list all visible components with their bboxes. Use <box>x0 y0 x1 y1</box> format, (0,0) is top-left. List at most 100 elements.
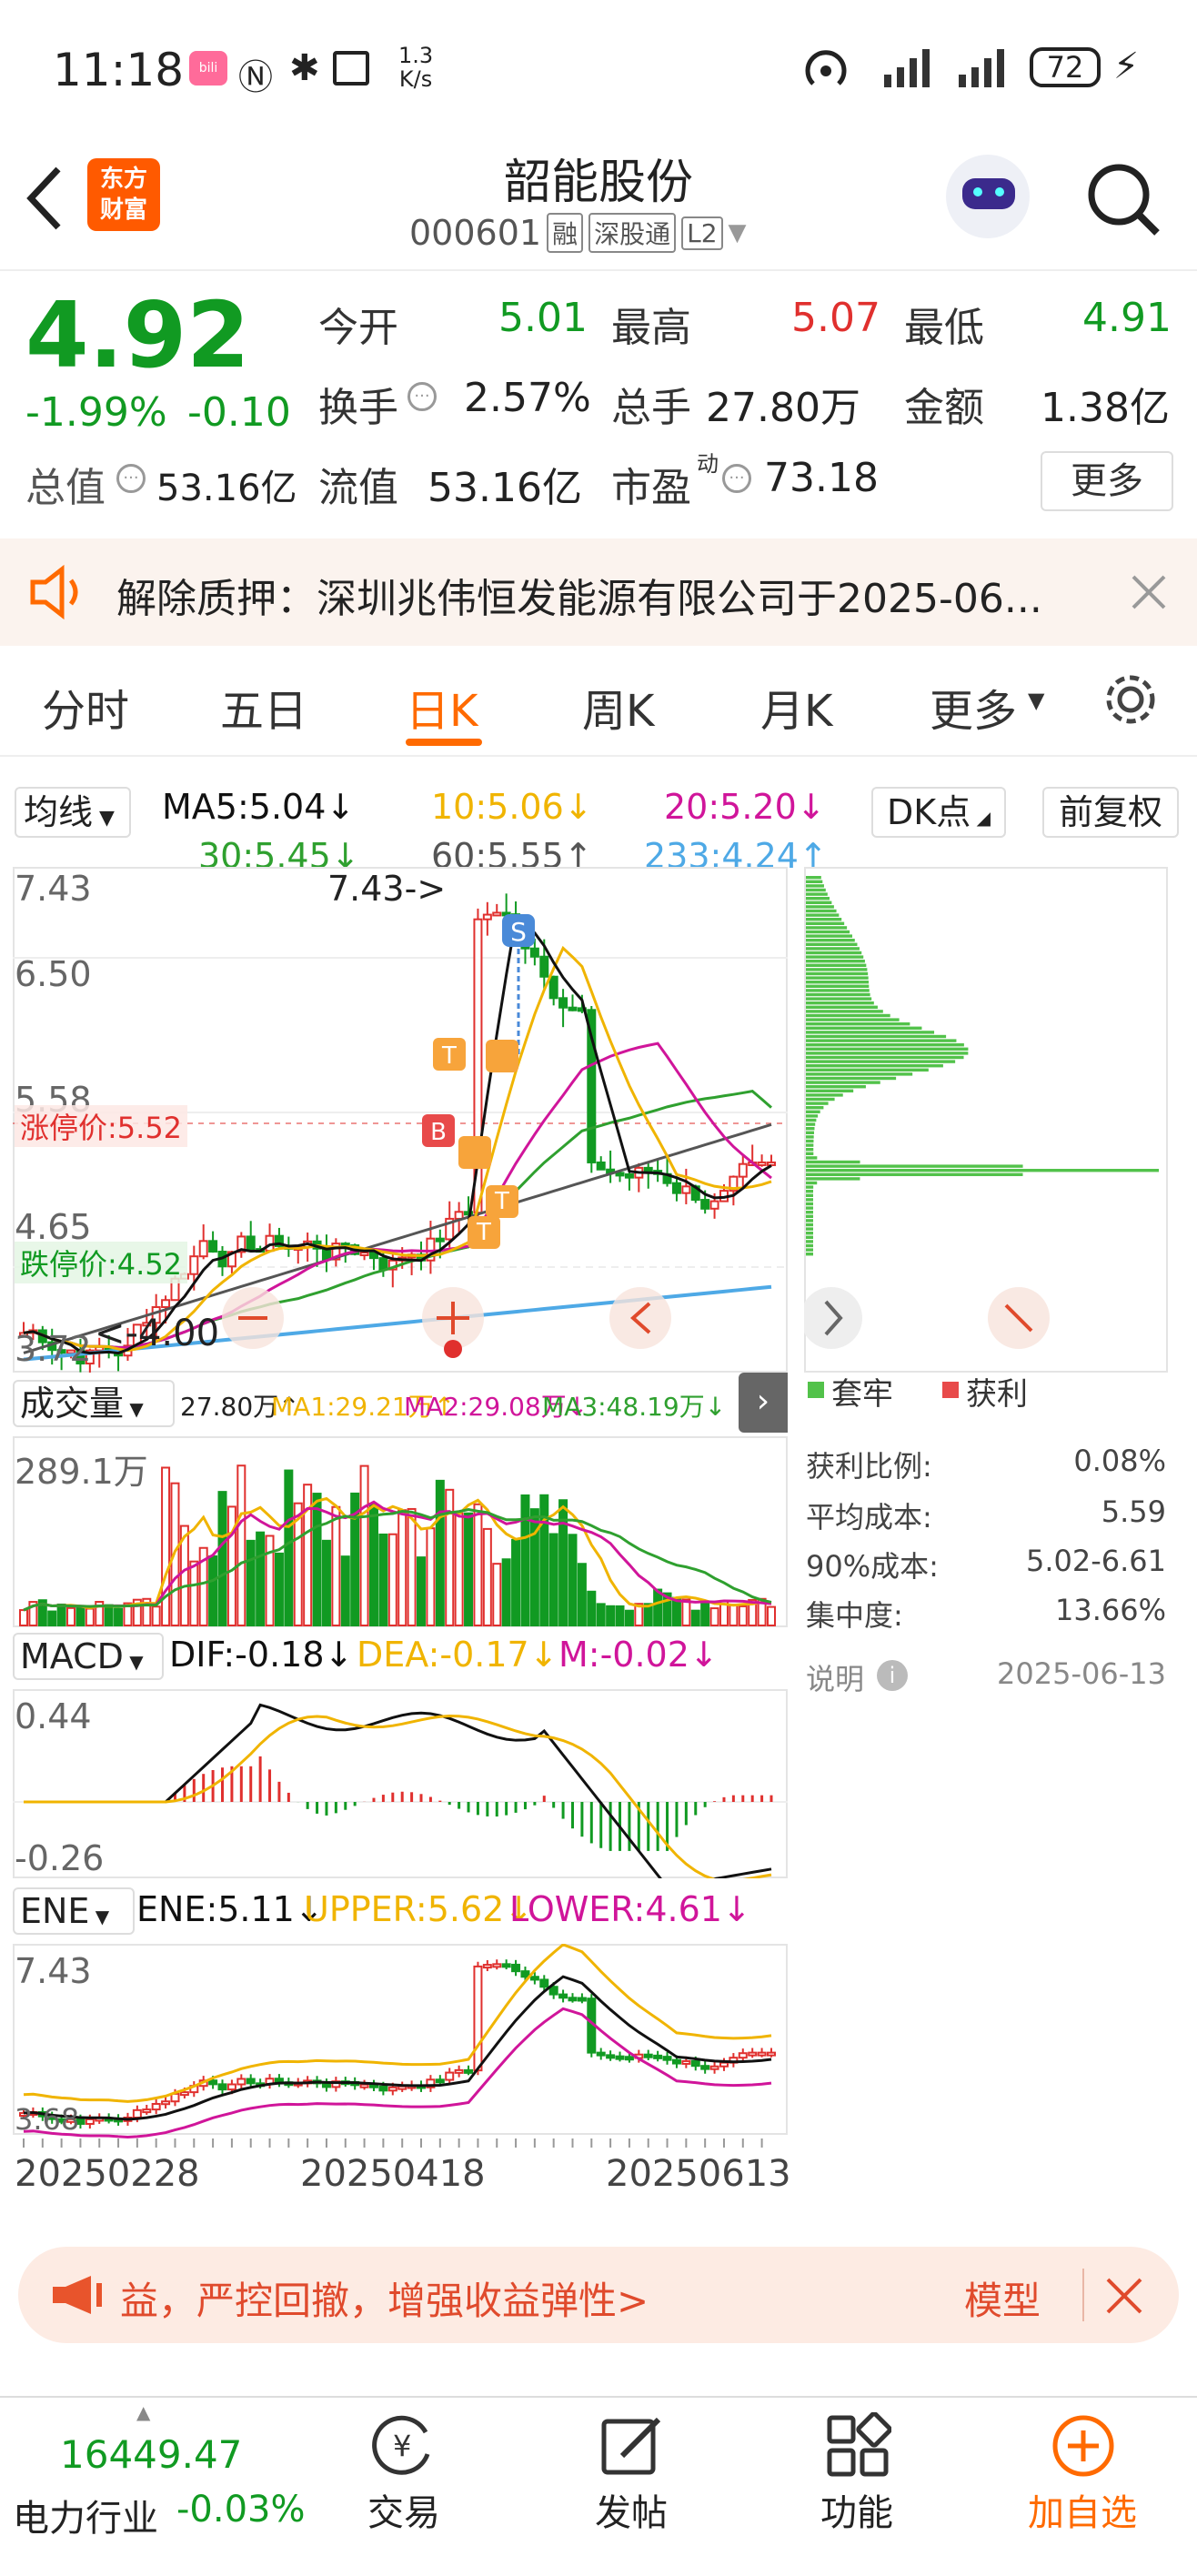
index-name[interactable]: 电力行业 <box>13 2489 158 2541</box>
volume-selector[interactable]: 成交量 ▼ <box>13 1380 175 1427</box>
dk-point-button[interactable]: DK点 ◢ <box>871 787 1006 838</box>
chip-bar <box>806 1081 880 1084</box>
chip-bar <box>806 1034 947 1039</box>
volume-bar <box>767 1605 776 1626</box>
chip-bar <box>806 1235 814 1239</box>
chip-bar <box>806 989 870 992</box>
robot-assistant-icon[interactable] <box>946 155 1030 238</box>
chip-bar <box>806 1001 874 1005</box>
candle-body <box>738 1162 748 1178</box>
info-icon[interactable]: i <box>877 1660 908 1691</box>
ma-selector[interactable]: 均线 ▼ <box>15 787 131 838</box>
chip-note-link[interactable]: 说明 <box>806 1656 864 1698</box>
tab-weekly-k[interactable]: 周K <box>582 675 654 739</box>
market-cap-label: 总值 <box>25 465 106 511</box>
market-cap-value: 53.16亿 <box>156 468 297 509</box>
chevron-down-icon: ▼ <box>1028 688 1045 713</box>
volume-bar <box>19 1609 28 1627</box>
chip-bar <box>806 897 830 901</box>
chip-bar <box>806 1047 969 1051</box>
candle-body <box>558 997 568 1009</box>
close-icon[interactable] <box>1130 573 1168 611</box>
ene-candle-body <box>653 2054 663 2059</box>
hotspot-icon <box>805 50 847 86</box>
chip-bar <box>806 992 870 997</box>
settings-gear-icon[interactable] <box>1101 669 1161 730</box>
tab-minute[interactable]: 分时 <box>42 675 129 739</box>
chip-bar <box>806 1043 964 1047</box>
adjust-button[interactable]: 前复权 <box>1042 787 1179 838</box>
tab-active-indicator <box>406 739 482 746</box>
signal-icon <box>884 49 930 87</box>
chip-distribution-chart[interactable] <box>804 867 1168 1373</box>
ene-candle-body <box>671 2058 681 2065</box>
chip-label-avg-cost: 平均成本: <box>806 1500 932 1535</box>
close-icon[interactable] <box>1104 2276 1144 2316</box>
more-button[interactable]: 更多 <box>1041 451 1173 511</box>
ene-candle-body <box>558 1993 568 1999</box>
candle-body <box>596 1161 606 1171</box>
sell-marker[interactable]: S <box>502 916 535 949</box>
ene-top-label: 7.43 <box>15 1951 92 1991</box>
volume-bar <box>454 1512 464 1626</box>
chip-bar <box>806 1143 814 1147</box>
candle-body <box>208 1240 218 1253</box>
expand-panel-button[interactable]: › <box>739 1373 788 1433</box>
chip-bar <box>806 1164 1023 1168</box>
tab-more[interactable]: 更多 <box>930 675 1017 739</box>
ene-candle-body <box>435 2078 445 2084</box>
info-icon[interactable]: ··· <box>116 464 146 493</box>
ene-candle-body <box>387 2086 397 2092</box>
ene-candle-body <box>142 2108 152 2114</box>
search-icon[interactable] <box>1084 160 1164 240</box>
chip-bar <box>806 921 845 925</box>
chip-bar <box>806 905 834 909</box>
macd-chart[interactable] <box>13 1689 788 1878</box>
volume-bar <box>208 1555 218 1626</box>
chip-bar <box>806 1060 956 1063</box>
ene-candle-body <box>132 2108 142 2118</box>
ene-selector[interactable]: ENE ▼ <box>13 1887 135 1935</box>
promo-banner[interactable]: 益，严控回撤，增强收益弹性> 模型 <box>18 2247 1179 2343</box>
t-marker[interactable]: T <box>468 1216 500 1249</box>
chip-bar <box>806 1031 935 1034</box>
volume-bar <box>700 1600 710 1627</box>
volume-bar <box>539 1494 549 1626</box>
chip-bar <box>806 1122 816 1126</box>
t-marker[interactable]: T <box>486 1185 518 1218</box>
macd-selector[interactable]: MACD ▼ <box>13 1633 164 1680</box>
volume-bar <box>681 1598 691 1626</box>
candle-body <box>767 1161 776 1166</box>
candle-body <box>246 1235 256 1251</box>
high-value: 5.07 <box>791 295 880 341</box>
chip-bar <box>806 1169 1160 1172</box>
tab-five-day[interactable]: 五日 <box>220 675 307 739</box>
t-marker[interactable]: T <box>433 1040 466 1072</box>
ene-candle-body <box>606 2054 616 2059</box>
ene-candle-body <box>643 2053 653 2058</box>
volume-bar <box>236 1464 246 1626</box>
ene-candle-body <box>482 1964 492 1969</box>
candle-body <box>198 1240 208 1258</box>
ene-candle-body <box>464 2068 474 2074</box>
info-icon[interactable]: ··· <box>722 464 751 493</box>
chip-bar <box>806 942 858 946</box>
chip-bar <box>806 1177 860 1181</box>
chip-bar <box>806 1156 818 1160</box>
info-icon[interactable]: ··· <box>407 382 437 411</box>
volume-bar <box>520 1494 530 1626</box>
index-value[interactable]: 16449.47 <box>60 2432 242 2477</box>
index-change: -0.03% <box>176 2489 306 2531</box>
stock-code-row[interactable]: 000601 融 深股通 L2 ▼ <box>409 213 747 253</box>
pe-value: 73.18 <box>764 455 879 501</box>
nav-post-label: 发帖 <box>595 2492 668 2534</box>
tab-monthly-k[interactable]: 月K <box>760 675 832 739</box>
tab-daily-k[interactable]: 日K <box>406 675 478 739</box>
chip-bar <box>806 997 872 1001</box>
buy-marker[interactable]: B <box>422 1116 455 1149</box>
notice-bar[interactable]: 解除质押：深圳兆伟恒发能源有限公司于2025-06... <box>0 538 1197 646</box>
chip-value-profit-ratio: 0.08% <box>1073 1444 1166 1478</box>
volume-bar <box>624 1609 634 1627</box>
volume-bar <box>577 1563 587 1627</box>
ene-chart[interactable] <box>13 1944 788 2151</box>
